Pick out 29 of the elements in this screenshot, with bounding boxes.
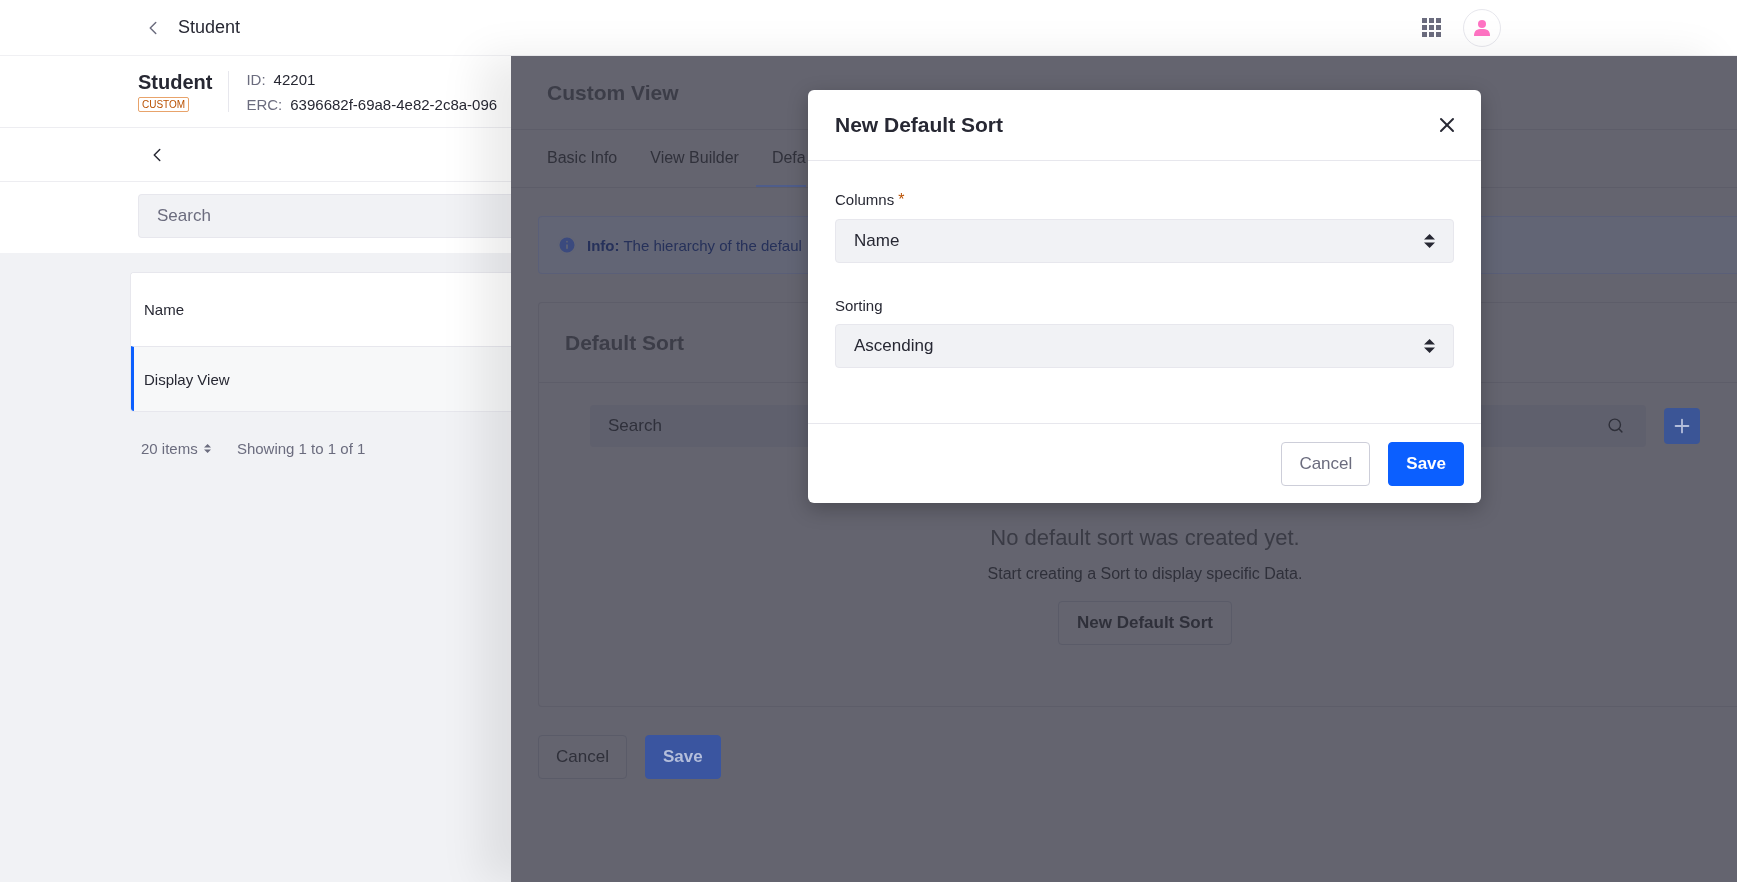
- search-field[interactable]: Search: [138, 194, 511, 238]
- up-down-caret-icon: [203, 444, 211, 453]
- up-down-caret-icon: [1423, 339, 1435, 353]
- select-field[interactable]: Ascending: [835, 324, 1454, 368]
- erc-label: ERC:: [246, 95, 283, 113]
- cancel-button[interactable]: Cancel: [1281, 442, 1371, 486]
- user-avatar[interactable]: [1463, 8, 1501, 47]
- info-text: Info: The hierarchy of the defaul: [587, 236, 802, 254]
- apps-button[interactable]: [1422, 18, 1441, 37]
- custom-badge: CUSTOM: [138, 97, 190, 112]
- required-mark: *: [898, 191, 905, 209]
- up-down-caret-icon: [1423, 234, 1435, 248]
- object-title: Student: [138, 71, 213, 94]
- id-label: ID:: [246, 70, 266, 88]
- page-size-dropdown[interactable]: 20 items: [141, 440, 211, 457]
- save-button[interactable]: Save: [1388, 442, 1464, 486]
- search-icon: [1607, 417, 1624, 434]
- pagination-summary: Showing 1 to 1 of 1: [236, 440, 366, 457]
- apps-grid-icon: [1422, 18, 1441, 37]
- erc-value: 6396682f-69a8-4e82-2c8a-096: [290, 95, 498, 113]
- id-value: 42201: [273, 70, 316, 88]
- select-field[interactable]: Name: [835, 219, 1454, 263]
- page-title: Student: [178, 17, 241, 38]
- info-icon: [557, 235, 577, 255]
- field-label: Columns: [835, 191, 895, 209]
- add-button[interactable]: [1664, 408, 1700, 444]
- list-row[interactable]: Display View: [131, 346, 511, 411]
- save-button[interactable]: Save: [644, 735, 721, 779]
- user-icon: [1474, 18, 1490, 37]
